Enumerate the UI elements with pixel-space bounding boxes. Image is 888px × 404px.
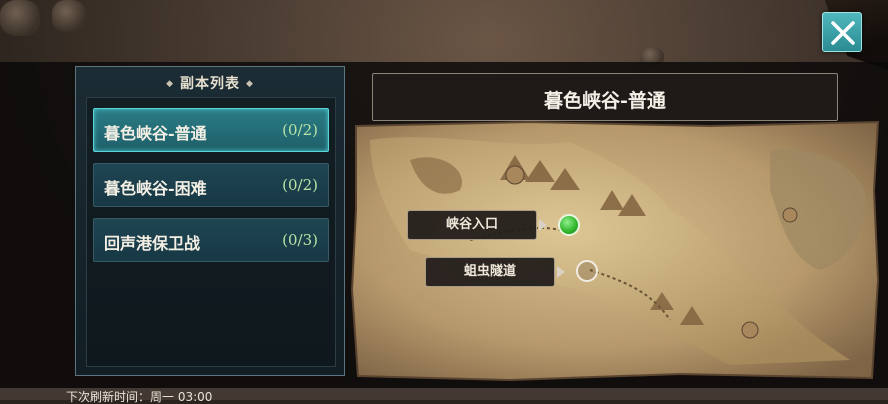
dungeon-item-twilight-hard[interactable]: 暮色峡谷-困难 (0/2) bbox=[93, 163, 329, 207]
dungeon-list-panel: ◆ 副本列表 ◆ 暮色峡谷-普通 (0/2) 暮色峡谷-困难 (0/2) 回声港保卫… bbox=[75, 66, 345, 376]
map-title-bar: 暮色峡谷-普通 bbox=[372, 73, 838, 121]
dungeon-name: 暮色峡谷-困难 bbox=[104, 179, 207, 198]
close-icon bbox=[831, 21, 855, 45]
background-rock bbox=[52, 0, 86, 32]
dungeon-item-echo-harbor[interactable]: 回声港保卫战 (0/3) bbox=[93, 218, 329, 262]
background-rock bbox=[0, 0, 40, 36]
green-marker-icon[interactable] bbox=[558, 214, 580, 236]
dungeon-name: 暮色峡谷-普通 bbox=[104, 124, 207, 143]
location-label-canyon-entrance[interactable]: 峡谷入口 bbox=[407, 210, 537, 240]
dungeon-list-header: ◆ 副本列表 ◆ bbox=[76, 73, 344, 93]
close-button[interactable] bbox=[822, 12, 862, 52]
label-pointer-icon bbox=[557, 266, 565, 278]
dungeon-list-title: 副本列表 bbox=[180, 76, 240, 92]
location-label-maggot-tunnel[interactable]: 蛆虫隧道 bbox=[425, 257, 555, 287]
dungeon-count: (0/2) bbox=[282, 176, 318, 194]
dungeon-count: (0/3) bbox=[282, 231, 318, 249]
map-title: 暮色峡谷-普通 bbox=[544, 90, 666, 112]
dungeon-count: (0/2) bbox=[282, 121, 318, 139]
header-ornament-icon: ◆ bbox=[166, 79, 174, 89]
dungeon-item-twilight-normal[interactable]: 暮色峡谷-普通 (0/2) bbox=[93, 108, 329, 152]
map-parchment bbox=[350, 120, 880, 382]
dungeon-list: 暮色峡谷-普通 (0/2) 暮色峡谷-困难 (0/2) 回声港保卫战 (0/3) bbox=[86, 97, 336, 367]
dungeon-map: 峡谷入口 蛆虫隧道 bbox=[350, 120, 880, 382]
empty-marker-icon[interactable] bbox=[576, 260, 598, 282]
label-pointer-icon bbox=[539, 219, 547, 231]
dungeon-name: 回声港保卫战 bbox=[104, 234, 201, 253]
refresh-time-text: 下次刷新时间：周一 03:00 bbox=[66, 390, 213, 404]
header-ornament-icon: ◆ bbox=[246, 79, 254, 89]
